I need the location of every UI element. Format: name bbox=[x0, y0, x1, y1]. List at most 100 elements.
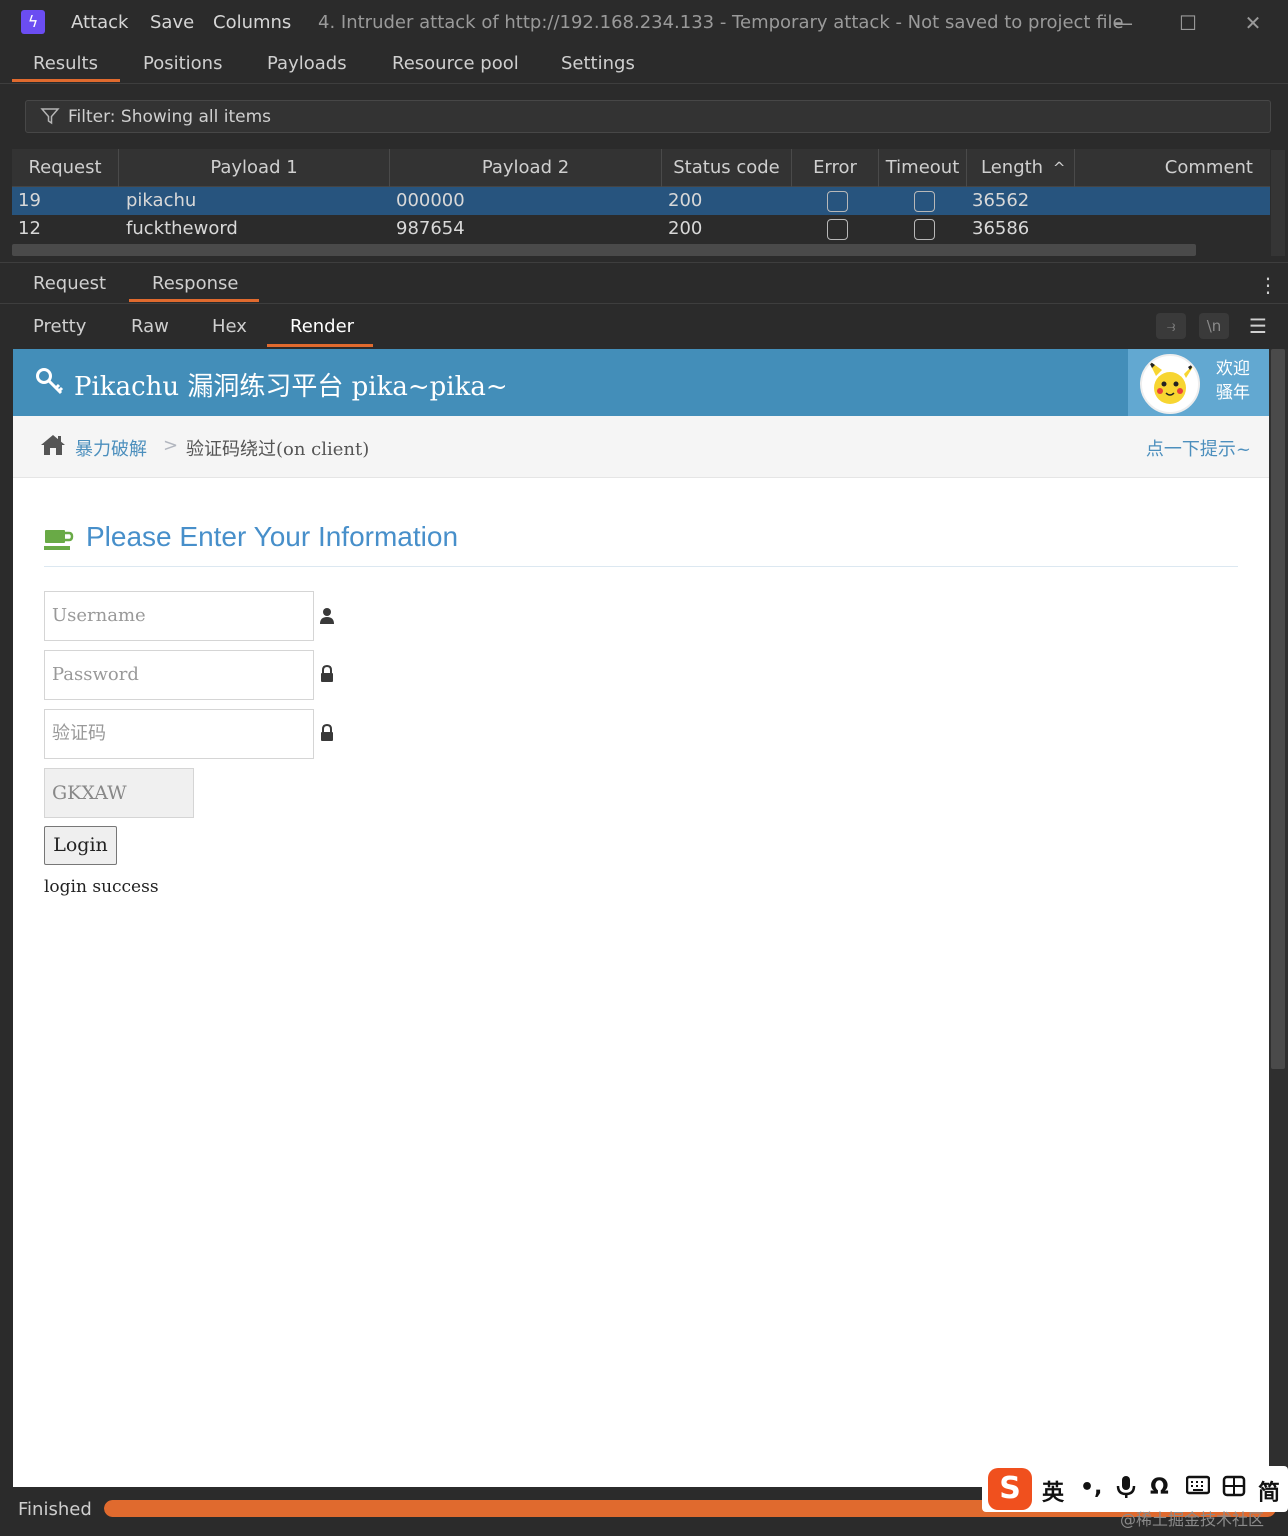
window-title: 4. Intruder attack of http://192.168.234… bbox=[318, 12, 1124, 33]
breadcrumb-separator: > bbox=[163, 435, 179, 456]
cell-length: 36586 bbox=[972, 218, 1030, 239]
omega-icon[interactable]: Ω bbox=[1150, 1475, 1169, 1500]
col-payload2[interactable]: Payload 2 bbox=[390, 149, 662, 187]
menu-save[interactable]: Save bbox=[150, 12, 194, 33]
tab-hex[interactable]: Hex bbox=[212, 316, 247, 337]
cell-payload2: 000000 bbox=[396, 190, 465, 211]
ime-language-toggle[interactable]: 英 bbox=[1042, 1475, 1064, 1507]
site-header: Pikachu 漏洞练习平台 pika~pika~ 欢迎 骚年 bbox=[13, 349, 1269, 416]
captcha-code[interactable]: GKXAW bbox=[44, 768, 194, 818]
filter-label: Filter: Showing all items bbox=[68, 107, 272, 127]
toolbox-icon[interactable] bbox=[1222, 1475, 1246, 1503]
captcha-input[interactable]: 验证码 bbox=[44, 709, 314, 759]
sogou-logo-icon[interactable]: S bbox=[988, 1468, 1032, 1510]
cell-request: 19 bbox=[18, 190, 41, 211]
tab-settings[interactable]: Settings bbox=[561, 53, 635, 74]
tab-render[interactable]: Render bbox=[290, 316, 354, 337]
site-title[interactable]: Pikachu 漏洞练习平台 pika~pika~ bbox=[74, 366, 508, 403]
lock-icon bbox=[319, 664, 335, 683]
col-error[interactable]: Error bbox=[792, 149, 879, 187]
render-view: Pikachu 漏洞练习平台 pika~pika~ 欢迎 骚年 暴力破解 > 验… bbox=[13, 349, 1269, 1487]
filter-icon bbox=[40, 106, 60, 131]
filter-bar[interactable]: Filter: Showing all items bbox=[25, 100, 1271, 133]
user-panel[interactable]: 欢迎 骚年 bbox=[1128, 349, 1269, 416]
sort-ascending-icon: ^ bbox=[1052, 159, 1066, 177]
main-tabs: Results Positions Payloads Resource pool… bbox=[0, 46, 1288, 84]
microphone-icon[interactable] bbox=[1116, 1475, 1136, 1505]
welcome-line2: 骚年 bbox=[1216, 383, 1250, 403]
title-bar: ϟ Attack Save Columns 4. Intruder attack… bbox=[0, 0, 1288, 46]
cell-payload1: pikachu bbox=[126, 190, 197, 211]
col-comment[interactable]: Comment bbox=[1075, 149, 1270, 187]
menu-attack[interactable]: Attack bbox=[71, 12, 128, 33]
tab-raw[interactable]: Raw bbox=[131, 316, 169, 337]
col-length[interactable]: Length ^ bbox=[967, 149, 1075, 187]
error-checkbox[interactable] bbox=[827, 219, 848, 240]
table-row[interactable]: 12 fucktheword 987654 200 36586 bbox=[12, 215, 1270, 243]
home-icon[interactable] bbox=[39, 433, 67, 457]
ime-simplified-toggle[interactable]: 简 bbox=[1258, 1475, 1280, 1507]
word-wrap-icon[interactable]: ⥽ bbox=[1156, 313, 1186, 339]
tab-request[interactable]: Request bbox=[33, 273, 106, 294]
close-icon[interactable]: ✕ bbox=[1238, 8, 1268, 38]
welcome-text: 欢迎 骚年 bbox=[1216, 357, 1250, 405]
col-status-code[interactable]: Status code bbox=[662, 149, 792, 187]
status-text: Finished bbox=[18, 1499, 92, 1520]
breadcrumb-link[interactable]: 暴力破解 bbox=[75, 435, 147, 461]
keyboard-icon[interactable] bbox=[1185, 1475, 1211, 1501]
key-icon bbox=[35, 367, 65, 401]
active-tab-indicator bbox=[12, 79, 120, 82]
message-tabs: Request Response bbox=[0, 262, 1288, 304]
hint-link[interactable]: 点一下提示~ bbox=[1146, 435, 1251, 461]
timeout-checkbox[interactable] bbox=[914, 191, 935, 212]
form-heading: Please Enter Your Information bbox=[44, 519, 1238, 567]
active-tab-indicator bbox=[267, 344, 373, 347]
username-input[interactable]: Username bbox=[44, 591, 314, 641]
table-header: Request Payload 1 Payload 2 Status code … bbox=[12, 149, 1270, 187]
minimize-icon[interactable]: — bbox=[1108, 8, 1138, 38]
maximize-icon[interactable]: ☐ bbox=[1173, 8, 1203, 38]
tab-pretty[interactable]: Pretty bbox=[33, 316, 86, 337]
render-scrollbar[interactable] bbox=[1269, 349, 1288, 1487]
tab-results[interactable]: Results bbox=[33, 53, 98, 74]
breadcrumb-current: 验证码绕过(on client) bbox=[186, 439, 370, 460]
col-length-label: Length bbox=[981, 157, 1044, 178]
timeout-checkbox[interactable] bbox=[914, 219, 935, 240]
cell-length: 36562 bbox=[972, 190, 1030, 211]
lock-icon bbox=[319, 723, 335, 742]
cell-payload2: 987654 bbox=[396, 218, 465, 239]
show-newlines-icon[interactable]: \n bbox=[1199, 313, 1229, 339]
cell-status: 200 bbox=[668, 190, 703, 211]
password-input[interactable]: Password bbox=[44, 650, 314, 700]
user-icon bbox=[319, 607, 335, 625]
more-options-icon[interactable]: ⋮ bbox=[1258, 273, 1278, 297]
tab-payloads[interactable]: Payloads bbox=[267, 53, 347, 74]
watermark: @稀土掘金技术社区 bbox=[1120, 1510, 1265, 1529]
welcome-line1: 欢迎 bbox=[1216, 359, 1250, 379]
tab-resource-pool[interactable]: Resource pool bbox=[392, 53, 519, 74]
tab-response[interactable]: Response bbox=[152, 273, 238, 294]
breadcrumb: 暴力破解 > 验证码绕过(on client) 点一下提示~ bbox=[13, 416, 1269, 478]
burp-logo-icon: ϟ bbox=[21, 10, 45, 34]
table-row[interactable]: 19 pikachu 000000 200 36562 bbox=[12, 187, 1270, 215]
view-tabs: Pretty Raw Hex Render bbox=[0, 304, 1288, 348]
col-request[interactable]: Request bbox=[12, 149, 119, 187]
col-payload1[interactable]: Payload 1 bbox=[119, 149, 390, 187]
ime-punctuation-toggle[interactable]: •, bbox=[1080, 1475, 1102, 1500]
tab-positions[interactable]: Positions bbox=[143, 53, 222, 74]
coffee-icon bbox=[44, 528, 74, 552]
login-message: login success bbox=[44, 877, 159, 897]
results-table: Request Payload 1 Payload 2 Status code … bbox=[12, 149, 1270, 259]
active-tab-indicator bbox=[129, 299, 259, 302]
page-title: Please Enter Your Information bbox=[86, 521, 459, 552]
error-checkbox[interactable] bbox=[827, 191, 848, 212]
cell-status: 200 bbox=[668, 218, 703, 239]
table-vertical-scrollbar[interactable] bbox=[1271, 150, 1285, 256]
scrollbar-thumb[interactable] bbox=[1271, 349, 1285, 1069]
horizontal-scrollbar[interactable] bbox=[12, 244, 1196, 256]
cell-request: 12 bbox=[18, 218, 41, 239]
col-timeout[interactable]: Timeout bbox=[879, 149, 967, 187]
login-button[interactable]: Login bbox=[44, 826, 117, 865]
menu-icon[interactable]: ☰ bbox=[1246, 313, 1270, 339]
menu-columns[interactable]: Columns bbox=[213, 12, 291, 33]
